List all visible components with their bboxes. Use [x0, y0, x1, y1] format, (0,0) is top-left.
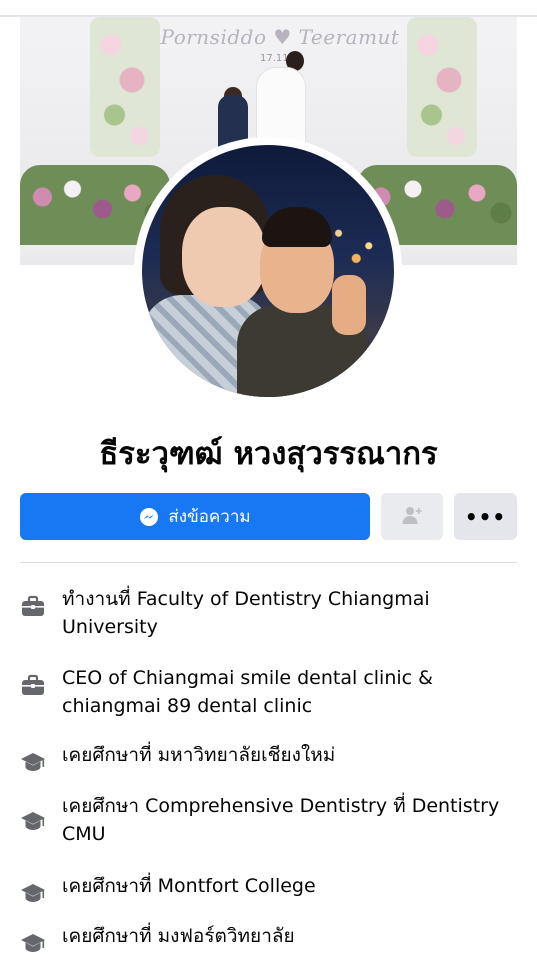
avatar-peace-sign-hand — [332, 275, 366, 335]
profile-picture[interactable] — [142, 145, 394, 397]
info-item-text: เคยศึกษาที่ มหาวิทยาลัยเชียงใหม่ — [62, 744, 336, 766]
cover-photo-date: 17.11 — [260, 53, 289, 64]
graduation-cap-icon — [20, 808, 46, 834]
info-item-text: เคยศึกษาที่ Montfort College — [62, 875, 316, 897]
info-item-education: เคยศึกษาที่ มหาวิทยาลัยเชียงใหม่ — [20, 741, 517, 775]
add-friend-icon — [400, 503, 424, 531]
graduation-cap-icon — [20, 930, 46, 956]
more-options-button[interactable]: ••• — [454, 493, 517, 540]
info-item-education: เคยศึกษาที่ Montfort College — [20, 872, 517, 906]
info-item-education: เคยศึกษา Comprehensive Dentistry ที่ Den… — [20, 792, 517, 848]
send-message-button[interactable]: ส่งข้อความ — [20, 493, 370, 540]
messenger-icon — [139, 507, 159, 527]
briefcase-icon — [20, 593, 46, 619]
info-item-text: เคยศึกษาที่ มงฟอร์ตวิทยาลัย — [62, 925, 295, 947]
graduation-cap-icon — [20, 880, 46, 906]
info-item-work: CEO of Chiangmai smile dental clinic & c… — [20, 664, 517, 720]
add-friend-button[interactable] — [381, 493, 443, 540]
graduation-cap-icon — [20, 749, 46, 775]
cover-flower-arch-right — [407, 17, 477, 157]
profile-name: ธีระวุฑฒ์ หวงสุวรรณากร — [99, 436, 438, 472]
avatar-person-1-face — [182, 207, 266, 307]
section-divider — [20, 562, 517, 563]
send-message-label: ส่งข้อความ — [168, 507, 251, 527]
info-item-text: เคยศึกษา Comprehensive Dentistry ที่ Den… — [62, 795, 500, 845]
info-item-work: ทำงานที่ Faculty of Dentistry Chiangmai … — [20, 585, 517, 641]
info-item-text: ทำงานที่ Faculty of Dentistry Chiangmai … — [62, 588, 430, 638]
cover-photo-caption: Pornsiddo ♥ Teeramut — [160, 25, 400, 49]
avatar-person-2-hair — [262, 207, 332, 247]
info-item-text: CEO of Chiangmai smile dental clinic & c… — [62, 667, 433, 717]
info-item-education: เคยศึกษาที่ มงฟอร์ตวิทยาลัย — [20, 922, 517, 956]
briefcase-icon — [20, 672, 46, 698]
more-options-icon: ••• — [464, 504, 507, 529]
